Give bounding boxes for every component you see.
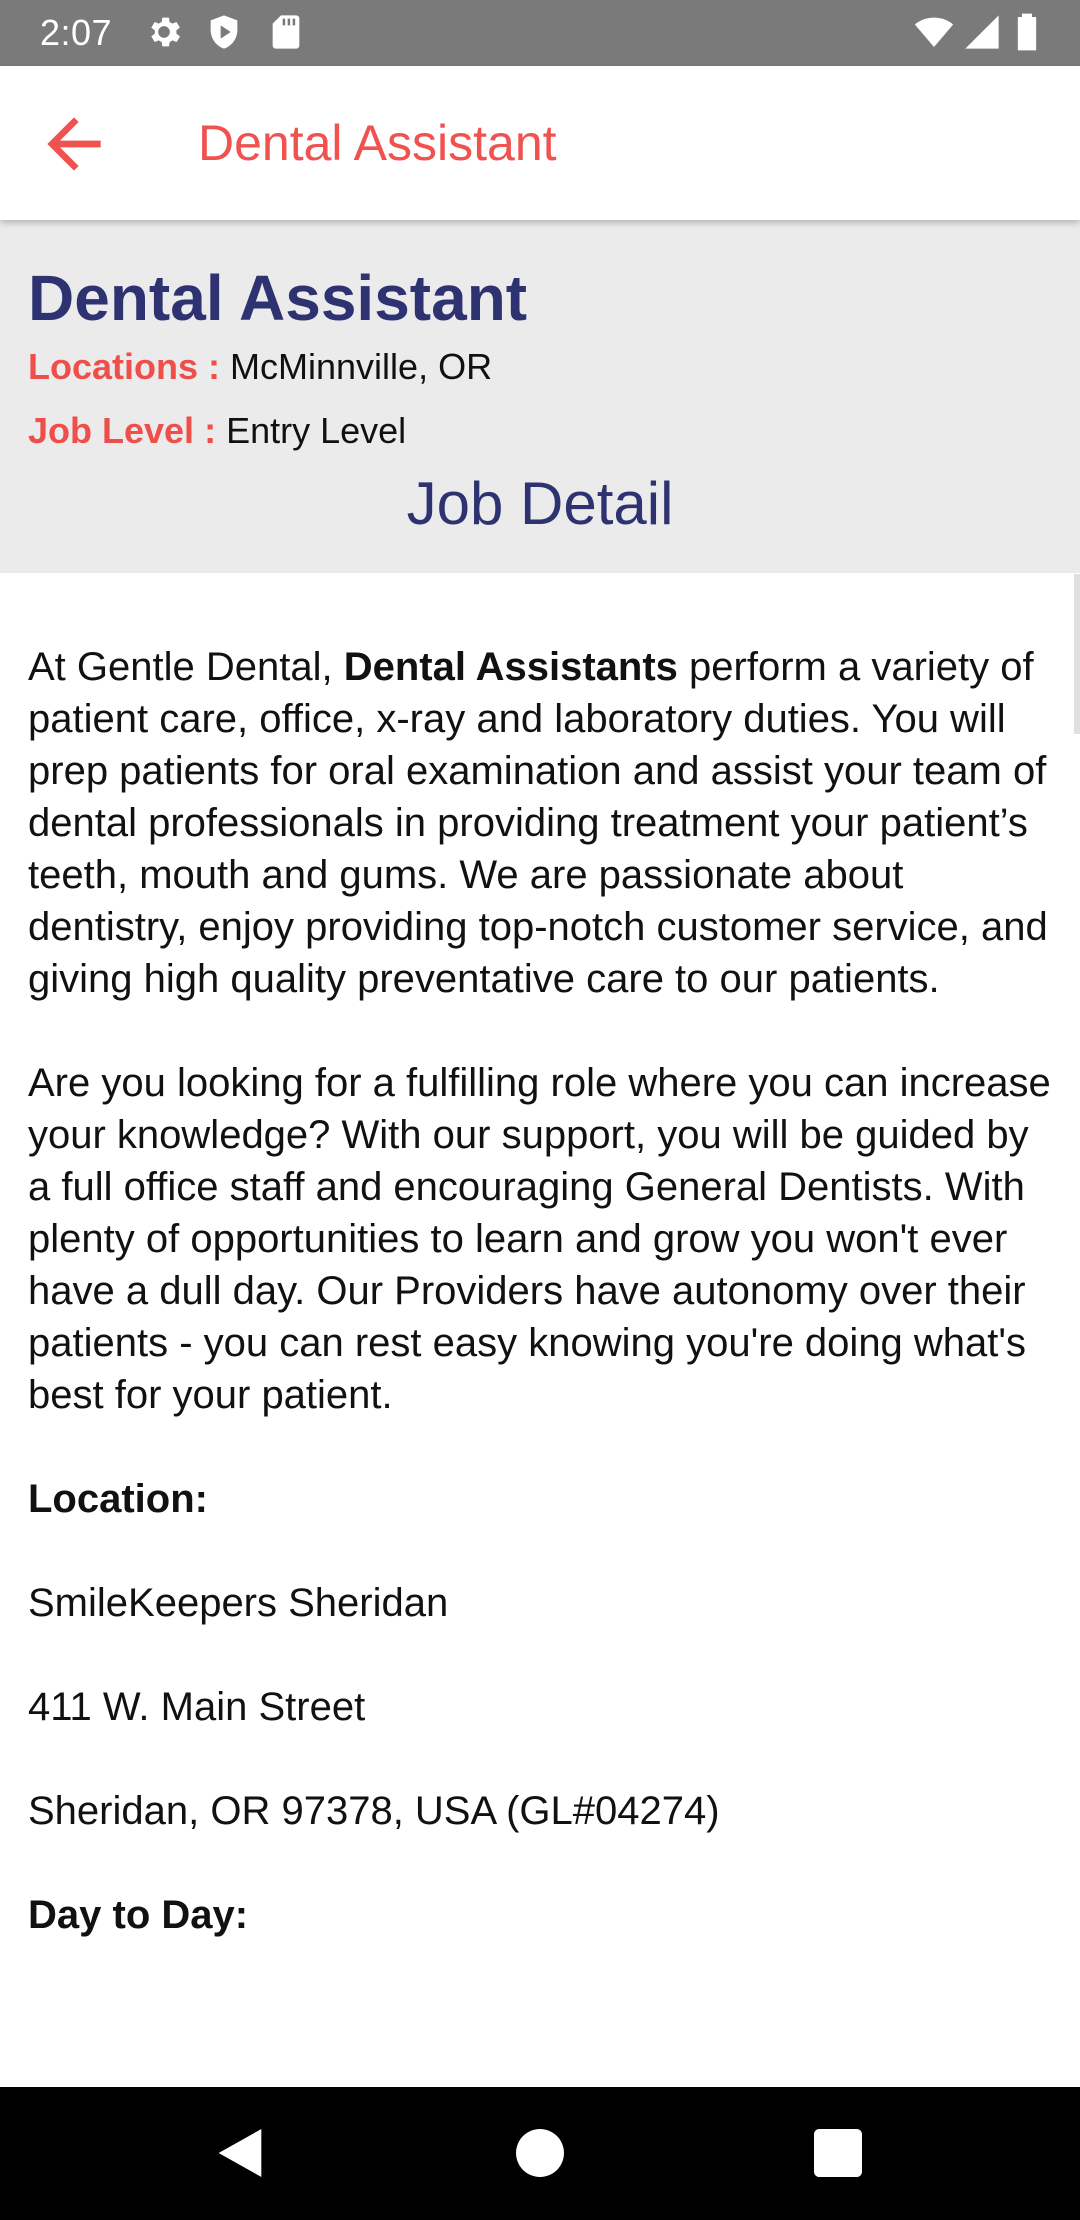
job-level-row: Job Level : Entry Level [28, 408, 406, 454]
job-level-value: Entry Level [226, 410, 407, 451]
arrow-left-icon [47, 117, 101, 171]
app-bar: Dental Assistant [0, 66, 1080, 220]
signal-icon [962, 12, 1002, 52]
back-triangle-icon [218, 2129, 262, 2177]
status-time: 2:07 [40, 12, 113, 53]
description-paragraph-1: At Gentle Dental, Dental Assistants perf… [28, 645, 1048, 1001]
location-street: 411 W. Main Street [28, 1685, 366, 1729]
day-to-day-heading: Day to Day: [28, 1893, 249, 1937]
back-button[interactable] [34, 104, 114, 184]
gear-icon [144, 12, 184, 52]
description-emphasis: Dental Assistants [343, 645, 678, 689]
locations-value: McMinnville, OR [230, 346, 493, 387]
location-city: Sheridan, OR 97378, USA (GL#04274) [28, 1789, 720, 1833]
home-circle-icon [516, 2129, 564, 2177]
shield-icon [204, 12, 244, 52]
job-detail-heading: Job Detail [406, 470, 674, 537]
job-header: Dental Assistant Locations : McMinnville… [0, 220, 1080, 573]
recents-square-icon [814, 2129, 862, 2177]
battery-icon [1010, 12, 1044, 52]
nav-recents-button[interactable] [806, 2121, 870, 2185]
description-paragraph-2: Are you looking for a fulfilling role wh… [28, 1061, 1051, 1417]
locations-row: Locations : McMinnville, OR [28, 344, 492, 390]
system-navigation-bar [0, 2087, 1080, 2220]
app-bar-title: Dental Assistant [198, 115, 557, 171]
status-bar: 2:07 [0, 0, 1080, 66]
locations-label: Locations : [28, 346, 221, 387]
sd-card-icon [266, 12, 306, 52]
wifi-icon [914, 12, 954, 52]
job-level-label: Job Level : [28, 410, 217, 451]
location-heading: Location: [28, 1477, 208, 1521]
scrollbar[interactable] [1074, 574, 1080, 734]
nav-home-button[interactable] [508, 2121, 572, 2185]
job-title: Dental Assistant [28, 262, 528, 334]
nav-back-button[interactable] [208, 2121, 272, 2185]
location-name: SmileKeepers Sheridan [28, 1581, 449, 1625]
job-description: At Gentle Dental, Dental Assistants perf… [28, 641, 1058, 1993]
